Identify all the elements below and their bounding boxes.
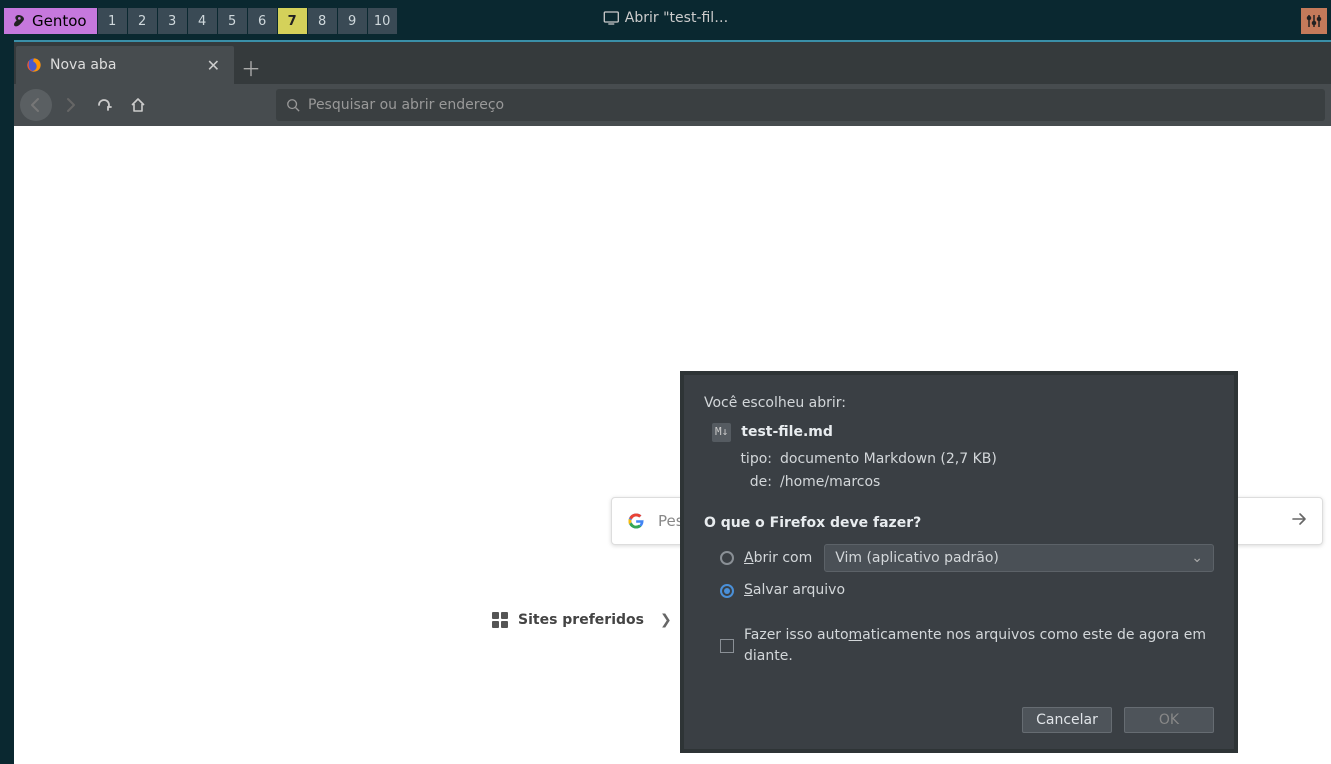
- browser-window: Nova aba ✕ ＋ Pesquisar ou abrir endereço: [14, 40, 1331, 764]
- workspace-10[interactable]: 10: [367, 8, 397, 34]
- save-file-option[interactable]: Salvar arquivo: [704, 580, 1214, 601]
- wm-statusbar: Gentoo 1 2 3 4 5 6 7 8 9 10 Abrir "test-…: [0, 0, 1331, 36]
- download-dialog: Você escolheu abrir: M↓ test-file.md tip…: [680, 371, 1238, 753]
- app-select[interactable]: Vim (aplicativo padrão) ⌄: [824, 544, 1214, 572]
- forward-button[interactable]: [54, 89, 86, 121]
- top-sites-label: Sites preferidos: [518, 612, 644, 628]
- open-with-option[interactable]: Abrir com Vim (aplicativo padrão) ⌄: [704, 544, 1214, 572]
- tab-bar: Nova aba ✕ ＋: [14, 42, 1331, 84]
- arrow-right-icon[interactable]: [1290, 510, 1308, 532]
- home-button[interactable]: [122, 89, 154, 121]
- workspace-6[interactable]: 6: [247, 8, 277, 34]
- markdown-file-icon: M↓: [712, 423, 731, 442]
- workspace-1[interactable]: 1: [97, 8, 127, 34]
- url-bar[interactable]: Pesquisar ou abrir endereço: [276, 89, 1325, 121]
- grid-icon: [492, 612, 508, 628]
- remember-checkbox[interactable]: [720, 639, 734, 653]
- gentoo-icon: [12, 13, 28, 29]
- os-label: Gentoo: [32, 12, 87, 30]
- page-content: Pes Sites preferidos ❯ Você escolheu abr…: [14, 126, 1331, 764]
- from-value: /home/marcos: [780, 472, 1214, 493]
- radio-save-file[interactable]: [720, 584, 734, 598]
- new-tab-button[interactable]: ＋: [234, 50, 268, 84]
- from-label: de:: [734, 472, 772, 493]
- browser-tab[interactable]: Nova aba ✕: [16, 46, 234, 84]
- cancel-button[interactable]: Cancelar: [1022, 707, 1112, 733]
- dialog-intro: Você escolheu abrir:: [704, 393, 1214, 414]
- os-badge[interactable]: Gentoo: [4, 8, 97, 34]
- top-sites-header[interactable]: Sites preferidos ❯: [492, 612, 672, 628]
- workspace-3[interactable]: 3: [157, 8, 187, 34]
- save-file-label: Salvar arquivo: [744, 580, 845, 601]
- workspace-7[interactable]: 7: [277, 8, 307, 34]
- search-icon: [286, 98, 300, 112]
- remember-label: Fazer isso automaticamente nos arquivos …: [744, 625, 1214, 667]
- firefox-icon: [26, 57, 42, 73]
- window-title: Abrir "test-fil…: [603, 0, 728, 36]
- workspace-9[interactable]: 9: [337, 8, 367, 34]
- back-button[interactable]: [20, 89, 52, 121]
- type-label: tipo:: [734, 449, 772, 470]
- workspace-4[interactable]: 4: [187, 8, 217, 34]
- equalizer-icon[interactable]: [1301, 8, 1327, 34]
- remember-choice-row[interactable]: Fazer isso automaticamente nos arquivos …: [704, 625, 1214, 667]
- monitor-icon: [603, 11, 619, 25]
- url-placeholder: Pesquisar ou abrir endereço: [308, 97, 504, 113]
- app-selected-label: Vim (aplicativo padrão): [835, 548, 999, 569]
- workspace-5[interactable]: 5: [217, 8, 247, 34]
- radio-open-with[interactable]: [720, 551, 734, 565]
- tab-title: Nova aba: [50, 57, 195, 73]
- workspace-list: 1 2 3 4 5 6 7 8 9 10: [97, 8, 397, 34]
- chevron-right-icon: ❯: [660, 612, 672, 628]
- open-with-label: Abrir com: [744, 548, 812, 569]
- reload-button[interactable]: [88, 89, 120, 121]
- close-tab-button[interactable]: ✕: [203, 54, 224, 77]
- dialog-question: O que o Firefox deve fazer?: [704, 513, 1214, 534]
- nav-toolbar: Pesquisar ou abrir endereço: [14, 84, 1331, 126]
- chevron-down-icon: ⌄: [1191, 548, 1203, 569]
- workspace-8[interactable]: 8: [307, 8, 337, 34]
- type-value: documento Markdown (2,7 KB): [780, 449, 1214, 470]
- google-icon: [626, 511, 646, 531]
- workspace-2[interactable]: 2: [127, 8, 157, 34]
- ok-button[interactable]: OK: [1124, 707, 1214, 733]
- dialog-filename: test-file.md: [741, 422, 833, 443]
